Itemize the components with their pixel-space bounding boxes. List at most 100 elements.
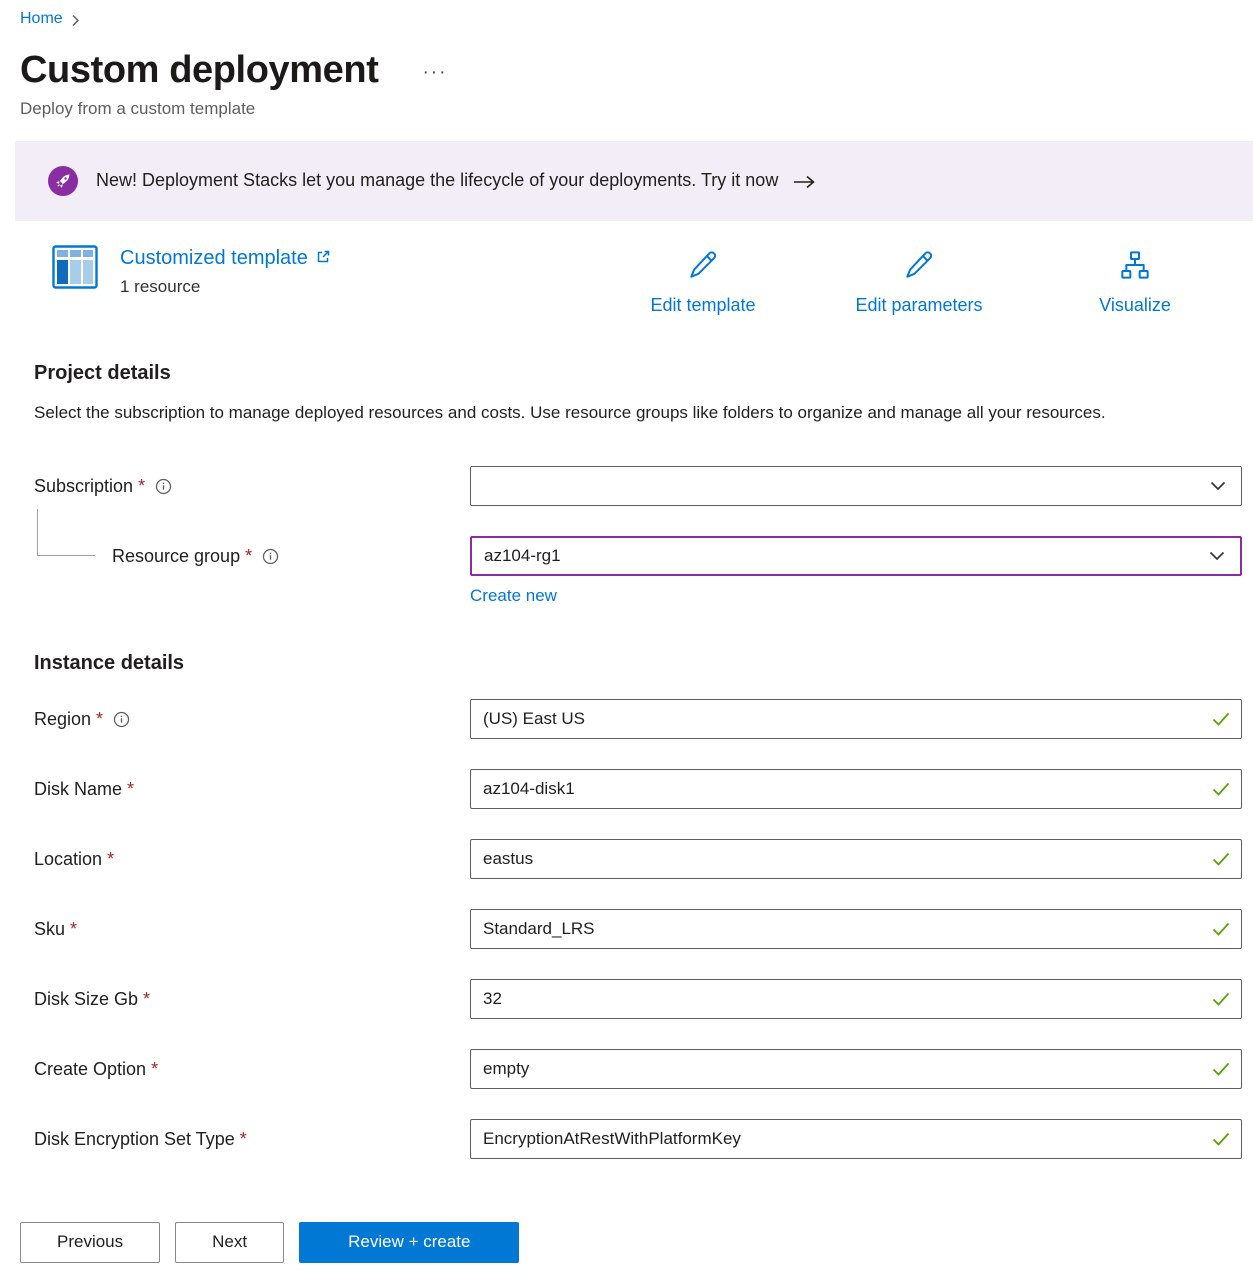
chevron-down-icon — [1210, 481, 1226, 491]
page-subtitle: Deploy from a custom template — [20, 99, 1253, 119]
disk-name-label-cell: Disk Name * — [34, 779, 470, 800]
subscription-control-cell — [470, 466, 1242, 506]
wizard-footer: Previous Next Review + create — [0, 1204, 1253, 1280]
edit-template-label: Edit template — [650, 295, 755, 316]
title-row: Custom deployment ··· — [20, 48, 1253, 93]
project-details-heading: Project details — [34, 362, 1253, 385]
more-options-button[interactable]: ··· — [422, 62, 447, 84]
project-details-form: Subscription * Resource group * — [34, 466, 1242, 606]
arrow-right-icon — [793, 174, 815, 190]
breadcrumb-home-link[interactable]: Home — [20, 10, 63, 28]
chevron-down-icon — [1209, 551, 1225, 561]
deployment-stacks-banner[interactable]: New! Deployment Stacks let you manage th… — [15, 141, 1253, 221]
template-icon — [52, 245, 98, 316]
create-new-link[interactable]: Create new — [470, 586, 557, 606]
edit-parameters-label: Edit parameters — [855, 295, 982, 316]
disk-name-field-row: Disk Name * — [34, 769, 1242, 809]
checkmark-icon — [1212, 922, 1230, 936]
required-asterisk: * — [96, 709, 103, 730]
required-asterisk: * — [245, 546, 252, 567]
sku-input[interactable] — [470, 909, 1242, 949]
previous-button[interactable]: Previous — [20, 1222, 160, 1263]
info-icon[interactable] — [113, 711, 130, 728]
breadcrumb: Home — [20, 10, 1253, 28]
info-icon[interactable] — [262, 548, 279, 565]
location-input[interactable] — [470, 839, 1242, 879]
pencil-icon — [687, 249, 719, 286]
required-asterisk: * — [138, 476, 145, 497]
disk-name-label: Disk Name — [34, 779, 122, 800]
checkmark-icon — [1212, 852, 1230, 866]
customized-template-link[interactable]: Customized template — [120, 247, 330, 270]
resource-group-control-cell: az104-rg1 — [470, 536, 1242, 576]
location-control-cell — [470, 839, 1242, 879]
disk-encryption-input[interactable] — [470, 1119, 1242, 1159]
custom-deployment-page: Home Custom deployment ··· Deploy from a… — [0, 0, 1253, 1280]
disk-size-field-row: Disk Size Gb * — [34, 979, 1242, 1019]
create-option-label-cell: Create Option * — [34, 1059, 470, 1080]
resource-group-field-row: Resource group * az104-rg1 — [34, 536, 1242, 576]
template-resource-count: 1 resource — [120, 277, 330, 297]
edit-template-button[interactable]: Edit template — [595, 249, 811, 316]
template-name-label: Customized template — [120, 247, 308, 270]
disk-encryption-label: Disk Encryption Set Type — [34, 1129, 235, 1150]
instance-details-heading: Instance details — [34, 652, 1253, 675]
template-actions: Edit template Edit parameters — [595, 245, 1243, 316]
external-link-icon — [316, 247, 330, 270]
visualize-button[interactable]: Visualize — [1027, 249, 1243, 316]
disk-encryption-label-cell: Disk Encryption Set Type * — [34, 1129, 470, 1150]
banner-text: New! Deployment Stacks let you manage th… — [96, 170, 778, 191]
disk-size-label-cell: Disk Size Gb * — [34, 989, 470, 1010]
location-label-cell: Location * — [34, 849, 470, 870]
required-asterisk: * — [143, 989, 150, 1010]
subscription-label-cell: Subscription * — [34, 476, 470, 497]
checkmark-icon — [1212, 992, 1230, 1006]
next-button[interactable]: Next — [175, 1222, 284, 1263]
checkmark-icon — [1212, 782, 1230, 796]
region-label: Region — [34, 709, 91, 730]
resource-group-label-cell: Resource group * — [34, 546, 470, 567]
page-title: Custom deployment — [20, 48, 378, 93]
subscription-dropdown[interactable] — [470, 466, 1242, 506]
checkmark-icon — [1212, 712, 1230, 726]
template-info: Customized template 1 resource — [52, 245, 330, 316]
disk-name-control-cell — [470, 769, 1242, 809]
disk-size-input[interactable] — [470, 979, 1242, 1019]
rocket-icon — [48, 166, 78, 196]
location-field-row: Location * — [34, 839, 1242, 879]
required-asterisk: * — [107, 849, 114, 870]
required-asterisk: * — [240, 1129, 247, 1150]
resource-group-label: Resource group — [112, 546, 240, 567]
sku-field-row: Sku * — [34, 909, 1242, 949]
chevron-right-icon — [71, 14, 80, 27]
sku-label: Sku — [34, 919, 65, 940]
required-asterisk: * — [70, 919, 77, 940]
edit-parameters-button[interactable]: Edit parameters — [811, 249, 1027, 316]
template-texts: Customized template 1 resource — [120, 245, 330, 316]
create-option-label: Create Option — [34, 1059, 146, 1080]
region-input[interactable] — [470, 699, 1242, 739]
instance-details-form: Region * Disk Name * — [34, 699, 1242, 1159]
region-control-cell — [470, 699, 1242, 739]
region-label-cell: Region * — [34, 709, 470, 730]
review-create-button[interactable]: Review + create — [299, 1222, 519, 1263]
sku-label-cell: Sku * — [34, 919, 470, 940]
checkmark-icon — [1212, 1132, 1230, 1146]
field-connector-line — [37, 509, 95, 556]
create-option-control-cell — [470, 1049, 1242, 1089]
disk-encryption-field-row: Disk Encryption Set Type * — [34, 1119, 1242, 1159]
info-icon[interactable] — [155, 478, 172, 495]
visualize-icon — [1119, 249, 1151, 286]
disk-size-control-cell — [470, 979, 1242, 1019]
create-option-input[interactable] — [470, 1049, 1242, 1089]
project-details-description: Select the subscription to manage deploy… — [34, 399, 1184, 427]
pencil-icon — [903, 249, 935, 286]
required-asterisk: * — [127, 779, 134, 800]
disk-name-input[interactable] — [470, 769, 1242, 809]
create-option-field-row: Create Option * — [34, 1049, 1242, 1089]
location-label: Location — [34, 849, 102, 870]
disk-size-label: Disk Size Gb — [34, 989, 138, 1010]
resource-group-value: az104-rg1 — [484, 546, 561, 566]
resource-group-dropdown[interactable]: az104-rg1 — [470, 536, 1242, 576]
template-summary-row: Customized template 1 resource — [52, 245, 1243, 316]
